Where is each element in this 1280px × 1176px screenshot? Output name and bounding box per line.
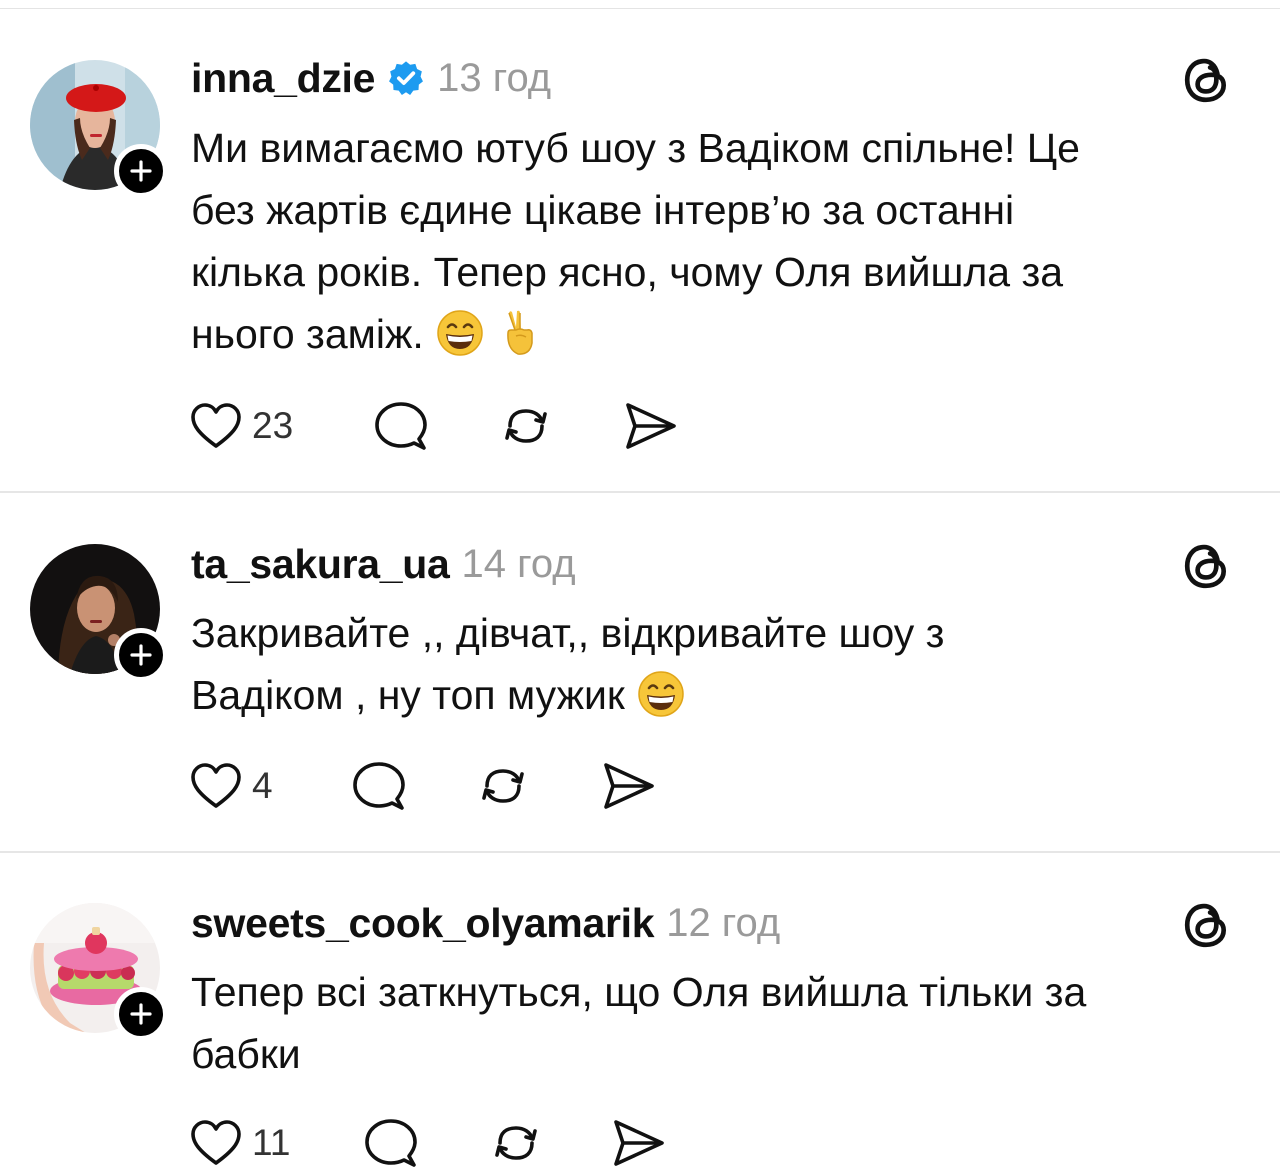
- speech-bubble-icon: [353, 762, 405, 810]
- share-button[interactable]: [610, 1115, 666, 1171]
- post-header: ta_sakura_ua 14 год: [191, 540, 1280, 588]
- post-time: 14 год: [461, 541, 576, 586]
- repost-icon: [495, 1126, 537, 1160]
- comment-line: Закривайте ,, дівчат,, відкривайте шоу з: [191, 610, 945, 656]
- follow-button[interactable]: [114, 144, 168, 198]
- share-button[interactable]: [600, 758, 656, 814]
- comment-text: Закривайте ,, дівчат,, відкривайте шоу з…: [191, 602, 1231, 726]
- plus-icon: [130, 160, 152, 182]
- reply-button[interactable]: [352, 758, 406, 814]
- send-icon: [604, 763, 654, 809]
- like-count: 11: [252, 1122, 291, 1163]
- grinning-face-emoji: [437, 310, 483, 356]
- like-button[interactable]: 4: [190, 758, 273, 814]
- threads-logo-icon[interactable]: [1182, 55, 1232, 105]
- comment-post: ta_sakura_ua 14 год Закривайте ,, дівчат…: [0, 494, 1280, 853]
- comment-line: Вадіком , ну топ мужик: [191, 672, 625, 718]
- comment-line: кілька років. Тепер ясно, чому Оля вийшл…: [191, 249, 1064, 295]
- share-button[interactable]: [622, 398, 678, 454]
- comment-line: без жартів єдине цікаве інтерв’ю за оста…: [191, 187, 1015, 233]
- repost-button[interactable]: [475, 758, 531, 814]
- avatar-container: [30, 544, 168, 682]
- victory-hand-emoji: [506, 310, 533, 355]
- comment-line: Тепер всі заткнуться, що Оля вийшла тіль…: [191, 969, 1087, 1015]
- comment-text: Тепер всі заткнуться, що Оля вийшла тіль…: [191, 961, 1231, 1085]
- send-icon: [614, 1120, 664, 1166]
- repost-button[interactable]: [488, 1115, 544, 1171]
- username[interactable]: ta_sakura_ua: [191, 541, 450, 588]
- post-header: sweets_cook_olyamarik 12 год: [191, 899, 1280, 947]
- post-header: inna_dzie 13 год: [191, 54, 1280, 102]
- repost-icon: [482, 769, 524, 803]
- verified-badge-icon: [389, 61, 424, 95]
- like-button[interactable]: 23: [190, 398, 293, 454]
- heart-icon: [191, 1120, 241, 1165]
- threads-logo-icon[interactable]: [1182, 900, 1232, 950]
- grinning-face-emoji: [638, 671, 684, 717]
- repost-icon: [505, 409, 547, 443]
- follow-button[interactable]: [114, 987, 168, 1041]
- comment-line: Ми вимагаємо ютуб шоу з Вадіком спільне!…: [191, 125, 1080, 171]
- username[interactable]: sweets_cook_olyamarik: [191, 900, 655, 947]
- comment-post: inna_dzie 13 год Ми вимагаємо ютуб шоу з…: [0, 0, 1280, 493]
- like-count: 23: [252, 405, 294, 446]
- avatar-container: [30, 60, 168, 198]
- post-time: 13 год: [437, 55, 552, 100]
- reply-button[interactable]: [374, 398, 428, 454]
- reply-button[interactable]: [364, 1115, 418, 1171]
- comment-line: бабки: [191, 1031, 301, 1077]
- heart-icon: [191, 403, 241, 448]
- username[interactable]: inna_dzie: [191, 55, 375, 102]
- threads-logo-icon[interactable]: [1182, 541, 1232, 591]
- like-button[interactable]: 11: [190, 1115, 290, 1171]
- avatar-container: [30, 903, 168, 1041]
- follow-button[interactable]: [114, 628, 168, 682]
- speech-bubble-icon: [375, 402, 427, 450]
- like-count: 4: [252, 765, 273, 806]
- heart-icon: [191, 763, 241, 808]
- send-icon: [626, 403, 676, 449]
- plus-icon: [130, 1003, 152, 1025]
- repost-button[interactable]: [498, 398, 554, 454]
- comment-line: нього заміж.: [191, 311, 424, 357]
- plus-icon: [130, 644, 152, 666]
- comment-post: sweets_cook_olyamarik 12 год Тепер всі з…: [0, 853, 1280, 1176]
- speech-bubble-icon: [365, 1119, 417, 1167]
- comment-text: Ми вимагаємо ютуб шоу з Вадіком спільне!…: [191, 117, 1231, 365]
- post-divider: [0, 491, 1280, 493]
- post-time: 12 год: [666, 900, 781, 945]
